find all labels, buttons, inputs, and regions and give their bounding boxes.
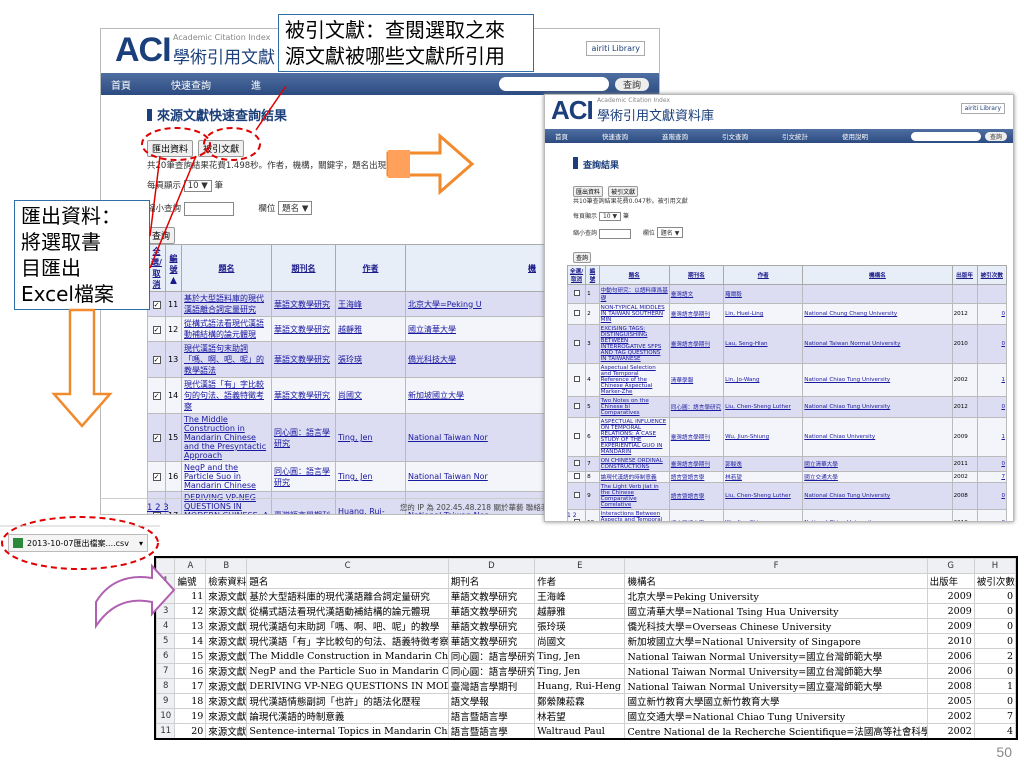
cited-highlight-ellipse: [203, 127, 261, 161]
annotation-layer: [0, 85, 475, 630]
export-highlight-ellipse: [141, 127, 211, 161]
slide-number: 50: [996, 744, 1012, 760]
down-arrow-icon: [51, 308, 113, 428]
download-item[interactable]: 2013-10-07匯出檔案....csv ▾: [8, 534, 148, 552]
download-filename: 2013-10-07匯出檔案....csv: [27, 538, 129, 548]
chevron-down-icon[interactable]: ▾: [139, 539, 143, 548]
csv-file-icon: [13, 538, 23, 548]
right-arrow-fill: [388, 150, 410, 178]
cited-pointer-line: [255, 85, 287, 131]
export-pointer-line: [149, 155, 161, 237]
export-pointer-line-2: [149, 155, 197, 269]
curved-arrow-icon: [95, 563, 176, 630]
